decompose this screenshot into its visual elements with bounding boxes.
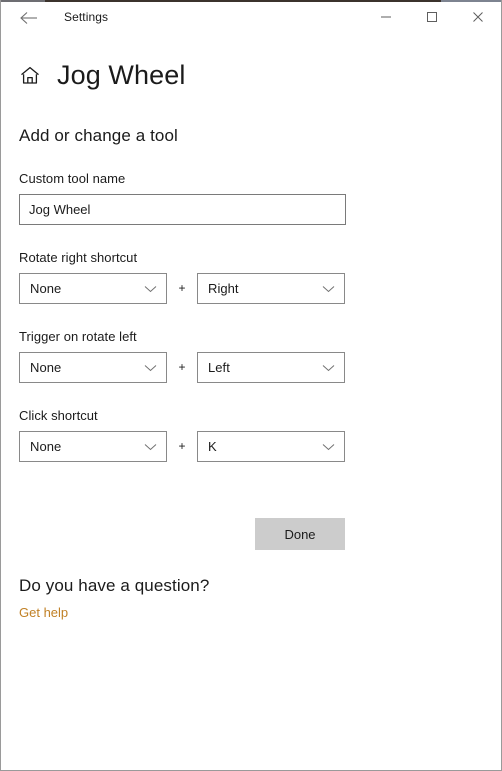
click-shortcut-key-value: K <box>208 439 217 454</box>
chevron-down-icon <box>144 364 157 372</box>
trigger-rotate-left-modifier-value: None <box>30 360 62 375</box>
chevron-down-icon <box>322 285 335 293</box>
trigger-rotate-left-row: None + Left <box>19 352 483 383</box>
chevron-down-icon <box>322 364 335 372</box>
chevron-down-icon <box>144 443 157 451</box>
minimize-icon <box>380 11 392 23</box>
window-controls <box>363 0 501 34</box>
rotate-right-key-value: Right <box>208 281 239 296</box>
rotate-right-separator: + <box>178 280 186 295</box>
back-arrow-icon <box>20 11 38 25</box>
click-shortcut-key-dropdown[interactable]: K <box>197 431 345 462</box>
trigger-rotate-left-key-value: Left <box>208 360 230 375</box>
minimize-button[interactable] <box>363 0 409 34</box>
window-title: Settings <box>64 10 109 24</box>
home-icon[interactable] <box>19 64 41 86</box>
maximize-icon <box>426 11 438 23</box>
custom-tool-name-input[interactable] <box>19 194 346 225</box>
close-button[interactable] <box>455 0 501 34</box>
rotate-right-modifier-dropdown[interactable]: None <box>19 273 167 304</box>
rotate-right-shortcut-row: None + Right <box>19 273 483 304</box>
trigger-rotate-left-modifier-dropdown[interactable]: None <box>19 352 167 383</box>
click-shortcut-modifier-value: None <box>30 439 62 454</box>
trigger-rotate-left-separator: + <box>178 359 186 374</box>
chevron-down-icon <box>322 443 335 451</box>
chevron-down-icon <box>144 285 157 293</box>
question-heading: Do you have a question? <box>19 576 210 595</box>
custom-tool-name-label: Custom tool name <box>19 171 126 186</box>
click-shortcut-separator: + <box>178 438 186 453</box>
page-title: Jog Wheel <box>57 60 186 90</box>
get-help-link[interactable]: Get help <box>19 605 68 620</box>
trigger-rotate-left-key-dropdown[interactable]: Left <box>197 352 345 383</box>
maximize-button[interactable] <box>409 0 455 34</box>
close-icon <box>472 11 484 23</box>
page-content: Jog Wheel Add or change a tool Custom to… <box>1 57 501 622</box>
click-shortcut-label: Click shortcut <box>19 408 98 423</box>
section-heading: Add or change a tool <box>19 126 178 145</box>
rotate-right-shortcut-label: Rotate right shortcut <box>19 250 138 265</box>
title-bar: Settings <box>1 0 501 35</box>
back-button[interactable] <box>7 2 51 34</box>
done-button[interactable]: Done <box>255 518 345 550</box>
rotate-right-modifier-value: None <box>30 281 62 296</box>
settings-window: Settings Jog Wheel Add or change a tool … <box>0 0 502 771</box>
rotate-right-key-dropdown[interactable]: Right <box>197 273 345 304</box>
page-header: Jog Wheel <box>19 57 483 93</box>
done-row: Done <box>19 518 483 550</box>
trigger-rotate-left-label: Trigger on rotate left <box>19 329 137 344</box>
click-shortcut-row: None + K <box>19 431 483 462</box>
click-shortcut-modifier-dropdown[interactable]: None <box>19 431 167 462</box>
